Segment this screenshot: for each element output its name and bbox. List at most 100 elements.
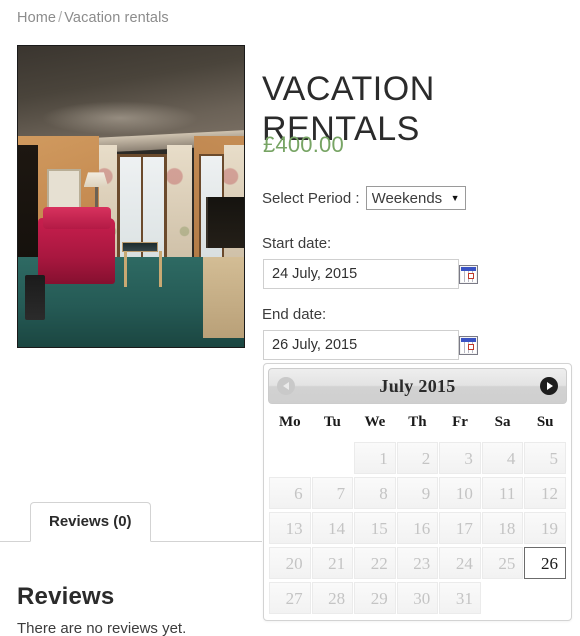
start-date-calendar-icon[interactable] — [459, 265, 478, 284]
datepicker-day-cell[interactable]: 3 — [439, 441, 481, 475]
datepicker-day-cell[interactable]: 28 — [311, 581, 354, 615]
select-period-dropdown[interactable]: Weekends — [365, 186, 466, 210]
datepicker-day-cell[interactable]: 10 — [439, 476, 481, 510]
start-date-label: Start date: — [262, 235, 332, 252]
datepicker-day-23: 23 — [396, 547, 439, 579]
breadcrumb: Home / Vacation rentals — [17, 10, 169, 26]
datepicker-day-cell[interactable]: 7 — [311, 476, 354, 510]
datepicker-day-cell[interactable]: 5 — [524, 441, 566, 475]
end-date-calendar-icon[interactable] — [459, 336, 478, 355]
end-date-input[interactable] — [263, 330, 459, 360]
datepicker-day-13: 13 — [269, 512, 311, 544]
datepicker-day-25: 25 — [481, 547, 524, 579]
datepicker-day-26[interactable]: 26 — [524, 547, 566, 579]
chevron-right-icon — [547, 382, 553, 390]
datepicker-day-cell[interactable]: 17 — [439, 511, 481, 545]
scene-ceiling — [18, 46, 244, 146]
datepicker-prev-month-icon[interactable] — [277, 377, 295, 395]
datepicker-day-cell[interactable]: 29 — [354, 581, 396, 615]
datepicker-week-row: 20 21 22 23 24 25 26 — [269, 546, 566, 580]
product-price: £400.00 — [263, 132, 344, 157]
datepicker-day-cell[interactable]: 16 — [396, 511, 439, 545]
datepicker-day-cell[interactable]: 24 — [439, 546, 481, 580]
datepicker-day-cell — [524, 581, 566, 615]
end-date-label: End date: — [262, 306, 327, 323]
datepicker-day-1: 1 — [354, 442, 396, 474]
weekday-su: Su — [536, 414, 554, 430]
chevron-left-icon — [282, 382, 289, 390]
datepicker-day-cell[interactable]: 18 — [481, 511, 524, 545]
product-image[interactable] — [17, 45, 245, 348]
datepicker-weeks: 1 2 3 4 5 6 7 8 9 10 11 12 13 14 15 16 17 18 19 20 21 22 23 24 2… — [269, 441, 566, 615]
datepicker-day-cell[interactable]: 31 — [439, 581, 481, 615]
weekday-mo: Mo — [278, 414, 301, 430]
weekday-we: We — [364, 414, 386, 430]
datepicker-day-cell[interactable]: 22 — [354, 546, 396, 580]
datepicker-week-row: 12345 — [269, 441, 566, 475]
datepicker-next-month-icon[interactable] — [540, 377, 558, 395]
datepicker-day-16: 16 — [396, 512, 439, 544]
start-date-input[interactable] — [263, 259, 459, 289]
datepicker-day-cell[interactable]: 11 — [481, 476, 524, 510]
datepicker-day-cell — [269, 441, 311, 475]
datepicker-day-6: 6 — [269, 477, 311, 509]
datepicker-day-cell[interactable]: 20 — [269, 546, 311, 580]
weekday-tu: Tu — [323, 414, 341, 430]
scene-coffee-table — [121, 241, 162, 286]
datepicker-day-19: 19 — [524, 512, 566, 544]
datepicker-day-30: 30 — [396, 582, 439, 614]
tab-reviews[interactable]: Reviews (0) — [30, 502, 151, 542]
select-period-wrapper: Weekends ▼ — [365, 186, 466, 210]
datepicker-day-20: 20 — [269, 547, 311, 579]
breadcrumb-home-link[interactable]: Home — [17, 10, 56, 26]
datepicker-day-27: 27 — [269, 582, 311, 614]
datepicker-day-cell[interactable]: 14 — [311, 511, 354, 545]
datepicker-day-cell[interactable]: 12 — [524, 476, 566, 510]
datepicker-day-cell[interactable]: 30 — [396, 581, 439, 615]
datepicker-day-cell[interactable]: 13 — [269, 511, 311, 545]
select-period-row: Select Period : Weekends ▼ — [262, 186, 466, 210]
datepicker-day-cell[interactable]: 23 — [396, 546, 439, 580]
datepicker-day-18: 18 — [481, 512, 524, 544]
reviews-empty-text: There are no reviews yet. — [17, 620, 187, 636]
datepicker-day-cell[interactable]: 2 — [396, 441, 439, 475]
calendar-icon-marker — [468, 344, 474, 350]
calendar-icon-marker — [468, 273, 474, 279]
datepicker-week-row: 27 28 29 30 31 — [269, 581, 566, 615]
product-image-scene — [18, 46, 244, 347]
select-period-label: Select Period : — [262, 189, 360, 207]
weekday-fr: Fr — [452, 414, 468, 430]
datepicker-day-8: 8 — [354, 477, 396, 509]
datepicker-month-title: July 2015 — [379, 375, 456, 396]
datepicker-day-cell[interactable]: 6 — [269, 476, 311, 510]
datepicker-day-31: 31 — [439, 582, 481, 614]
datepicker-day-7: 7 — [311, 477, 354, 509]
datepicker-week-row: 13 14 15 16 17 18 19 — [269, 511, 566, 545]
reviews-heading: Reviews — [17, 582, 115, 610]
datepicker-day-cell[interactable]: 4 — [481, 441, 524, 475]
datepicker-day-9: 9 — [396, 477, 439, 509]
product-page: Home/Vacation rentals VACATION RENTALS — [0, 0, 580, 636]
breadcrumb-current: Vacation rentals — [64, 10, 169, 26]
datepicker-day-blank — [269, 442, 311, 474]
datepicker-day-cell[interactable]: 1 — [354, 441, 396, 475]
datepicker-week-row: 6 7 8 9 10 11 12 — [269, 476, 566, 510]
datepicker-panel: July 2015 Mo Tu We Th Fr Sa Su 123456789… — [263, 363, 572, 621]
datepicker-day-cell[interactable]: 26 — [524, 546, 566, 580]
datepicker-day-cell[interactable]: 27 — [269, 581, 311, 615]
scene-luggage — [24, 274, 46, 320]
datepicker-day-22: 22 — [354, 547, 396, 579]
datepicker-day-15: 15 — [354, 512, 396, 544]
datepicker-day-21: 21 — [311, 547, 354, 579]
datepicker-day-cell[interactable]: 25 — [481, 546, 524, 580]
datepicker-day-cell[interactable]: 15 — [354, 511, 396, 545]
datepicker-day-blank — [482, 582, 524, 614]
datepicker-day-cell — [312, 441, 354, 475]
datepicker-header: July 2015 — [268, 368, 567, 404]
datepicker-day-cell[interactable]: 21 — [311, 546, 354, 580]
scene-television — [205, 196, 244, 248]
datepicker-day-cell[interactable]: 8 — [354, 476, 396, 510]
datepicker-day-cell[interactable]: 9 — [396, 476, 439, 510]
scene-sofa — [38, 206, 116, 284]
datepicker-day-cell[interactable]: 19 — [524, 511, 566, 545]
